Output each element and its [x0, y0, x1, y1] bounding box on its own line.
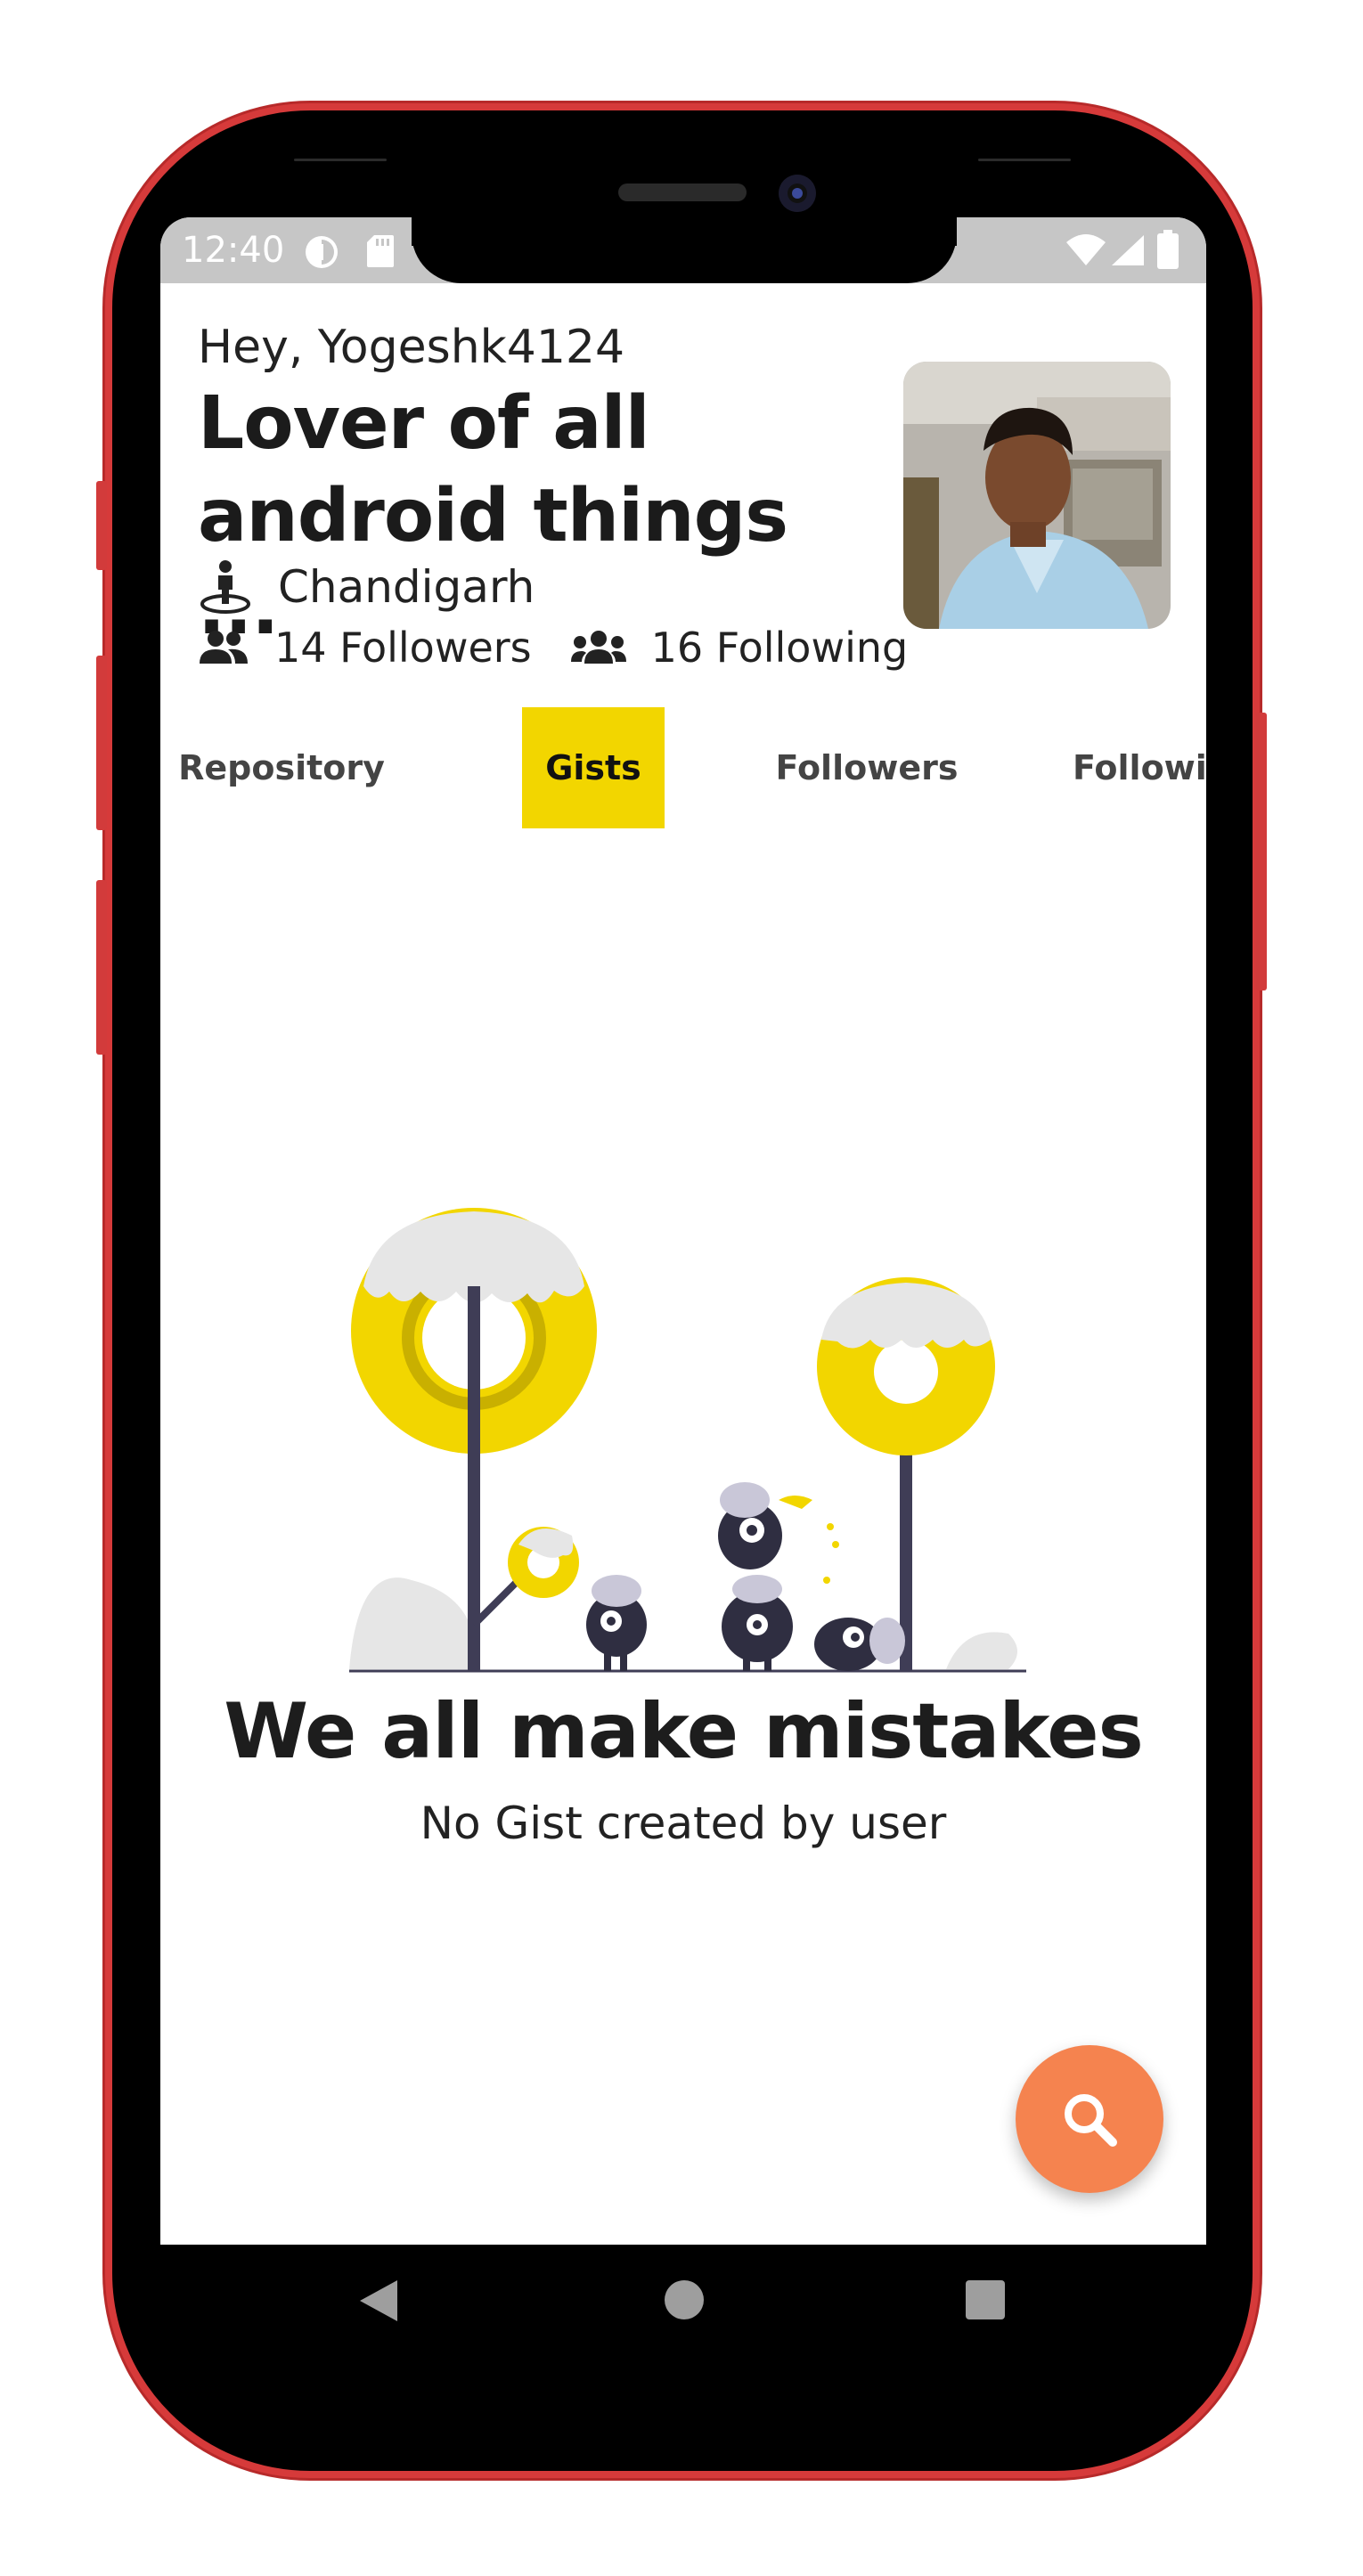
- following-stat[interactable]: 16 Following: [570, 624, 909, 672]
- search-icon: [1065, 2094, 1117, 2147]
- side-button-power: [1256, 713, 1267, 990]
- followers-count-text: 14 Followers: [274, 624, 532, 672]
- empty-state-title: We all make mistakes: [224, 1687, 1144, 1776]
- tab-gists[interactable]: Gists: [522, 707, 665, 828]
- signal-icon: [1110, 233, 1146, 276]
- followers-stat[interactable]: 14 Followers: [198, 624, 532, 672]
- location-text: Chandigarh: [278, 561, 535, 613]
- side-button-mute: [96, 481, 107, 570]
- earpiece: [618, 183, 747, 201]
- wifi-icon: [1065, 233, 1106, 276]
- tab-repository-label: Repository: [178, 748, 385, 787]
- back-icon[interactable]: [358, 2278, 399, 2323]
- tab-repository[interactable]: Repository: [178, 707, 385, 828]
- tab-following[interactable]: Followin: [1073, 707, 1206, 828]
- tab-bar: Repository Gists Followers Followin: [160, 707, 1206, 828]
- greeting-text: Hey, Yogeshk4124: [198, 321, 625, 374]
- home-icon[interactable]: [663, 2278, 706, 2321]
- battery-icon: [1156, 230, 1179, 278]
- side-button-volume-down: [96, 880, 107, 1055]
- search-fab-button[interactable]: [1016, 2045, 1163, 2193]
- notch-bottom: [412, 217, 957, 283]
- front-camera: [779, 175, 816, 212]
- stats-row: 14 Followers 16 Following: [198, 620, 947, 675]
- sd-card-icon: [365, 233, 396, 278]
- followers-icon: [200, 631, 248, 664]
- empty-state-illustration: [349, 1206, 1026, 1687]
- top-bezel-line-left: [294, 159, 387, 161]
- tab-following-label: Followin: [1073, 748, 1206, 787]
- tab-gists-label: Gists: [545, 748, 641, 787]
- side-button-volume-up: [96, 656, 107, 830]
- tab-followers-label: Followers: [775, 748, 959, 787]
- location-person-icon: [200, 560, 250, 614]
- empty-state-subtitle: No Gist created by user: [420, 1797, 947, 1849]
- app-screen: 12:40 Hey, Yogeshk4124 Lover of all andr…: [160, 217, 1206, 2245]
- following-icon: [570, 631, 626, 664]
- location-row: Chandigarh: [198, 559, 535, 615]
- recents-icon[interactable]: [964, 2278, 1007, 2321]
- status-time: 12:40: [182, 230, 285, 271]
- top-bezel-line-right: [978, 159, 1071, 161]
- following-count-text: 16 Following: [650, 624, 909, 672]
- system-nav-bar: [160, 2245, 1206, 2352]
- tab-followers[interactable]: Followers: [755, 707, 978, 828]
- data-saver-icon: [303, 233, 340, 280]
- avatar[interactable]: [903, 362, 1171, 629]
